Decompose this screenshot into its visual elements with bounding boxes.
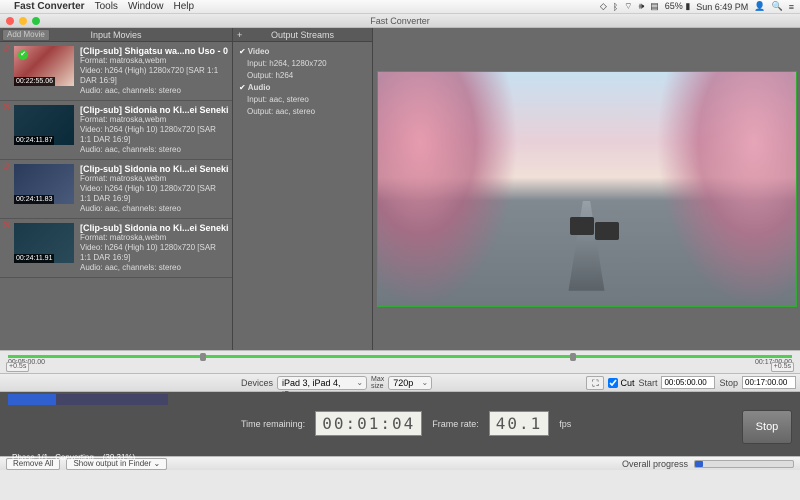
flag-icon[interactable]: ▤ [650, 1, 659, 12]
volume-icon[interactable]: 🕪 [639, 1, 645, 12]
devices-label: Devices [241, 378, 273, 388]
window-titlebar: Fast Converter [0, 14, 800, 28]
start-label: Start [638, 378, 657, 388]
movie-title: [Clip-sub] Shigatsu wa...no Uso - 01v2 [… [80, 46, 228, 56]
stream-audio-output: Output: aac, stereo [247, 106, 366, 118]
movie-format: Format: matroska,webm [80, 56, 228, 66]
stream-audio-input: Input: aac, stereo [247, 94, 366, 106]
movie-item[interactable]: ⊘ 00:24:11.83 [Clip-sub] Sidonia no Ki..… [0, 160, 232, 219]
checkmark-icon: ✔ [18, 50, 28, 60]
menu-tools[interactable]: Tools [95, 1, 118, 12]
movie-item[interactable]: ⊘ 00:24:11.91 [Clip-sub] Sidonia no Ki..… [0, 219, 232, 278]
app-menu[interactable]: Fast Converter [14, 1, 85, 12]
preview-panel [373, 28, 800, 350]
stream-video-node[interactable]: ✔Video [239, 46, 366, 58]
input-movies-header: Add Movie Input Movies [0, 28, 232, 42]
timeline-out-handle[interactable] [570, 353, 576, 361]
remove-item-button[interactable]: ⊘ [2, 221, 12, 231]
timeline[interactable]: 00:05:00.00 00:17:00.00 +0.5s +0.5s [0, 350, 800, 374]
movie-title: [Clip-sub] Sidonia no Ki...ei Seneki - 0… [80, 105, 228, 115]
add-movie-button[interactable]: Add Movie [2, 29, 50, 41]
movie-format: Format: matroska,webm [80, 174, 228, 184]
maxsize-label: Max size [371, 376, 384, 390]
stop-time-field[interactable] [742, 376, 796, 389]
framerate-display: 40.1 [489, 411, 550, 436]
devices-select[interactable]: iPad 3, iPad 4, iPa... [277, 376, 367, 390]
movie-audio-info: Audio: aac, channels: stereo [80, 86, 228, 96]
close-window-button[interactable] [6, 17, 14, 25]
movie-title: [Clip-sub] Sidonia no Ki...ei Seneki - 1… [80, 223, 228, 233]
nudge-right-button[interactable]: +0.5s [771, 362, 794, 372]
stream-video-input: Input: h264, 1280x720 [247, 58, 366, 70]
output-streams-panel: + Output Streams ✔Video Input: h264, 128… [233, 28, 373, 350]
clock[interactable]: Sun 6:49 PM [696, 2, 748, 12]
movie-video-info: Video: h264 (High 10) 1280x720 [SAR 1:1 … [80, 125, 228, 145]
checkmark-icon: ✔ [239, 83, 246, 92]
cut-checkbox[interactable]: Cut [608, 378, 634, 388]
movie-thumbnail[interactable]: 00:24:11.83 [14, 164, 74, 204]
input-movies-panel: Add Movie Input Movies ⊘ ✔ 00:22:55.06 [… [0, 28, 233, 350]
movie-audio-info: Audio: aac, channels: stereo [80, 263, 228, 273]
time-remaining-display: 00:01:04 [315, 411, 422, 436]
stop-button[interactable]: Stop [742, 410, 792, 444]
zoom-window-button[interactable] [32, 17, 40, 25]
nudge-left-button[interactable]: +0.5s [6, 362, 29, 372]
movie-title: [Clip-sub] Sidonia no Ki...ei Seneki - 1… [80, 164, 228, 174]
movie-video-info: Video: h264 (High 10) 1280x720 [SAR 1:1 … [80, 184, 228, 204]
movie-thumbnail[interactable]: 00:24:11.91 [14, 223, 74, 263]
progress-panel: Phase 1/1 - Converting... (30.31%) Time … [0, 392, 800, 456]
crop-button[interactable]: ⛶ [586, 376, 604, 390]
stop-label: Stop [719, 378, 738, 388]
menu-window[interactable]: Window [128, 1, 164, 12]
timecode-label: 00:22:55.06 [14, 77, 55, 86]
dropbox-icon[interactable]: ◇ [600, 1, 607, 12]
timeline-in-handle[interactable] [200, 353, 206, 361]
movie-format: Format: matroska,webm [80, 233, 228, 243]
battery-status[interactable]: 65% ▮ [665, 1, 690, 12]
notifications-icon[interactable]: ≡ [789, 2, 794, 12]
fps-unit: fps [559, 419, 571, 429]
menu-help[interactable]: Help [174, 1, 195, 12]
stream-audio-node[interactable]: ✔Audio [239, 82, 366, 94]
framerate-label: Frame rate: [432, 419, 479, 429]
window-title: Fast Converter [370, 16, 430, 26]
output-streams-header: + Output Streams [233, 28, 372, 42]
movie-audio-info: Audio: aac, channels: stereo [80, 145, 228, 155]
controls-bar: Devices iPad 3, iPad 4, iPa... Max size … [0, 374, 800, 392]
movie-video-info: Video: h264 (High 10) 1280x720 [SAR 1:1 … [80, 243, 228, 263]
minimize-window-button[interactable] [19, 17, 27, 25]
movie-video-info: Video: h264 (High) 1280x720 [SAR 1:1 DAR… [80, 66, 228, 86]
timecode-label: 00:24:11.83 [14, 195, 54, 204]
macos-menubar: Fast Converter Tools Window Help ◇ ᛒ ⌔ 🕪… [0, 0, 800, 14]
movie-thumbnail[interactable]: ✔ 00:22:55.06 [14, 46, 74, 86]
movie-format: Format: matroska,webm [80, 115, 228, 125]
maxsize-select[interactable]: 720p [388, 376, 432, 390]
spotlight-icon[interactable]: 🔍 [772, 1, 783, 12]
movie-thumbnail[interactable]: 00:24:11.87 [14, 105, 74, 145]
start-time-field[interactable] [661, 376, 715, 389]
user-icon[interactable]: 👤 [754, 1, 765, 12]
wifi-icon[interactable]: ⌔ [624, 1, 632, 12]
add-stream-button[interactable]: + [237, 30, 242, 40]
time-remaining-label: Time remaining: [241, 419, 305, 429]
remove-item-button[interactable]: ⊘ [2, 162, 12, 172]
movie-item[interactable]: ⊘ 00:24:11.87 [Clip-sub] Sidonia no Ki..… [0, 101, 232, 160]
overall-progress-bar [694, 460, 794, 468]
stream-video-output: Output: h264 [247, 70, 366, 82]
checkmark-icon: ✔ [239, 47, 246, 56]
timecode-label: 00:24:11.87 [14, 136, 54, 145]
movie-audio-info: Audio: aac, channels: stereo [80, 204, 228, 214]
movie-item[interactable]: ⊘ ✔ 00:22:55.06 [Clip-sub] Shigatsu wa..… [0, 42, 232, 101]
overall-progress-label: Overall progress [622, 459, 688, 469]
remove-item-button[interactable]: ⊘ [2, 103, 12, 113]
timecode-label: 00:24:11.91 [14, 254, 54, 263]
video-preview[interactable] [377, 71, 797, 307]
bluetooth-icon[interactable]: ᛒ [613, 2, 618, 12]
remove-item-button[interactable]: ⊘ [2, 44, 12, 54]
